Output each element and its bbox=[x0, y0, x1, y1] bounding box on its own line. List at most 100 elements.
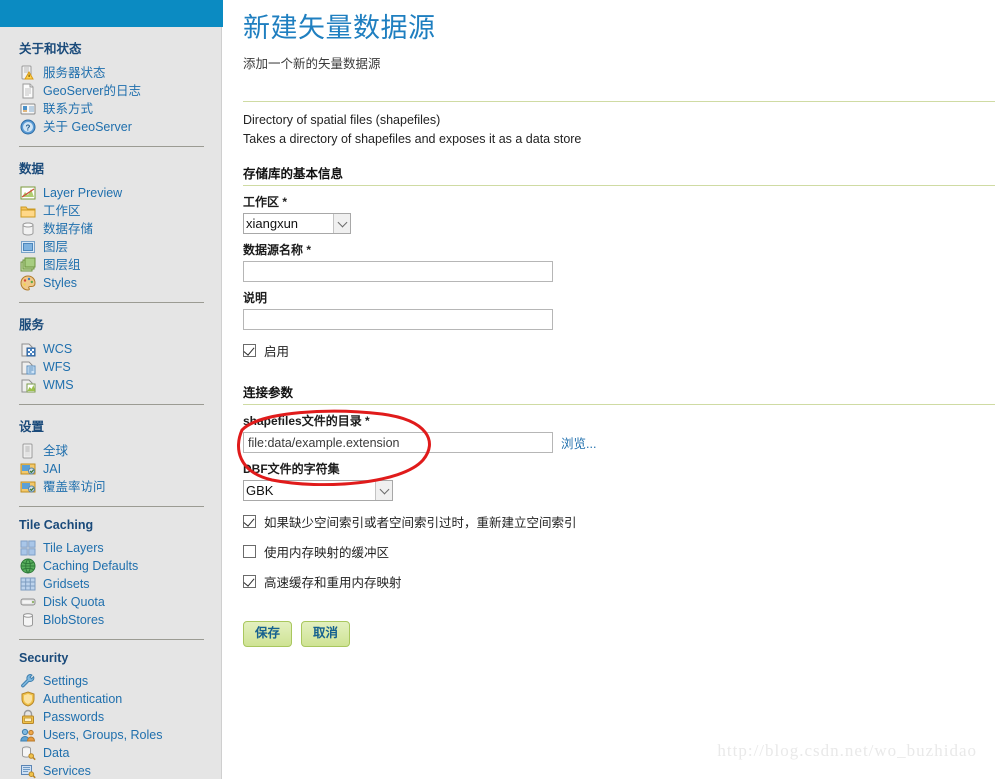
basic-info-section-heading: 存储库的基本信息 bbox=[243, 167, 344, 181]
memory-mapped-buffer-label: 使用内存映射的缓冲区 bbox=[264, 546, 390, 560]
save-button[interactable]: 保存 bbox=[243, 621, 293, 647]
sidebar-item-[interactable]: 服务器状态 bbox=[0, 64, 221, 82]
sidebar-section-heading: Security bbox=[19, 651, 69, 665]
sidebar-item-label: Data bbox=[43, 746, 70, 760]
sidebar-item-tile-layers[interactable]: Tile Layers bbox=[0, 539, 221, 557]
sidebar-section: 数据 Layer Preview 工作区数据存储 图层图层组 Styles bbox=[0, 147, 221, 292]
sidebar-item-jai[interactable]: JAI bbox=[0, 460, 221, 478]
enabled-checkbox-row[interactable]: 启用 bbox=[243, 341, 995, 360]
sidebar-item-[interactable]: 工作区 bbox=[0, 202, 221, 220]
sidebar-section: Security Settings Authentication Passwords U… bbox=[0, 640, 221, 779]
sidebar-item-label: BlobStores bbox=[43, 613, 105, 627]
workspace-select-wrap[interactable]: xiangxun bbox=[243, 213, 351, 234]
store-type-description: Takes a directory of shapefiles and expo… bbox=[243, 132, 582, 146]
memory-mapped-buffer-checkbox-row[interactable]: 使用内存映射的缓冲区 bbox=[243, 542, 995, 561]
charset-select-wrap[interactable]: GBK bbox=[243, 480, 393, 501]
page-subtitle: 添加一个新的矢量数据源 bbox=[243, 57, 381, 71]
sidebar-item-users-groups-roles[interactable]: Users, Groups, Roles bbox=[0, 726, 221, 744]
sidebar-item-gridsets[interactable]: Gridsets bbox=[0, 575, 221, 593]
wcs-service-icon bbox=[20, 341, 36, 357]
sidebar-item-[interactable]: 覆盖率访问 bbox=[0, 478, 221, 496]
description-input[interactable] bbox=[243, 309, 553, 330]
sidebar-item-label: 图层组 bbox=[43, 258, 81, 272]
sidebar-item-label: 服务器状态 bbox=[43, 66, 106, 80]
sidebar-item-label: 联系方式 bbox=[43, 102, 94, 116]
rebuild-index-checkbox-row[interactable]: 如果缺少空间索引或者空间索引过时，重新建立空间索引 bbox=[243, 512, 995, 531]
cancel-button[interactable]: 取消 bbox=[301, 621, 351, 647]
disk-quota-icon bbox=[20, 594, 36, 610]
sidebar-item-label: 全球 bbox=[43, 444, 69, 458]
charset-select[interactable]: GBK bbox=[243, 480, 393, 501]
sidebar-item-services[interactable]: Services bbox=[0, 762, 221, 779]
sidebar-item-label: Services bbox=[43, 764, 91, 778]
sidebar-item-label: Styles bbox=[43, 276, 78, 290]
browse-link[interactable]: 浏览... bbox=[561, 433, 596, 452]
sidebar-item-geoserver[interactable]: GeoServer的日志 bbox=[0, 82, 221, 100]
connection-params-section-heading: 连接参数 bbox=[243, 386, 294, 400]
sidebar-item-data[interactable]: Data bbox=[0, 744, 221, 762]
top-header-bar bbox=[0, 0, 228, 27]
sidebar-item-label: JAI bbox=[43, 462, 62, 476]
sidebar-item-[interactable]: 数据存储 bbox=[0, 220, 221, 238]
contact-card-icon bbox=[20, 101, 36, 117]
users-icon bbox=[20, 727, 36, 743]
layer-icon bbox=[20, 239, 36, 255]
cache-reuse-checkbox-row[interactable]: 高速缓存和重用内存映射 bbox=[243, 572, 995, 591]
sidebar-item-[interactable]: 全球 bbox=[0, 442, 221, 460]
sidebar-item-label: 关于 GeoServer bbox=[43, 120, 132, 134]
datasource-name-label: 数据源名称 * bbox=[243, 243, 312, 257]
sidebar-item-settings[interactable]: Settings bbox=[0, 672, 221, 690]
globe-icon bbox=[20, 558, 36, 574]
rebuild-index-label: 如果缺少空间索引或者空间索引过时，重新建立空间索引 bbox=[264, 516, 577, 530]
svg-text:?: ? bbox=[26, 124, 31, 133]
sidebar-section: 关于和状态 服务器状态 GeoServer的日志 联系方式? 关于 GeoServer bbox=[0, 27, 221, 136]
watermark-text: http://blog.csdn.net/wo_buzhidao bbox=[717, 741, 977, 760]
sidebar-item-label: Passwords bbox=[43, 710, 105, 724]
coverage-access-icon bbox=[20, 479, 36, 495]
folder-icon bbox=[20, 203, 36, 219]
directory-field-row: 浏览... bbox=[243, 432, 995, 453]
sidebar-item-wcs[interactable]: WCS bbox=[0, 340, 221, 358]
sidebar-section-heading: 设置 bbox=[19, 420, 45, 434]
charset-label: DBF文件的字符集 bbox=[243, 462, 340, 476]
divider-connection-params bbox=[243, 404, 995, 405]
enabled-checkbox[interactable] bbox=[243, 344, 256, 357]
database-icon bbox=[20, 221, 36, 237]
sidebar-section-heading: 数据 bbox=[19, 162, 45, 176]
lock-icon bbox=[20, 709, 36, 725]
divider-basic-info bbox=[243, 185, 995, 186]
sidebar-item-styles[interactable]: Styles bbox=[0, 274, 221, 292]
sidebar-item-passwords[interactable]: Passwords bbox=[0, 708, 221, 726]
sidebar-item-geoserver[interactable]: ? 关于 GeoServer bbox=[0, 118, 221, 136]
sidebar-item-label: 工作区 bbox=[43, 204, 81, 218]
sidebar-item-blobstores[interactable]: BlobStores bbox=[0, 611, 221, 629]
server-status-icon bbox=[20, 65, 36, 81]
layer-preview-icon bbox=[20, 185, 36, 201]
memory-mapped-buffer-checkbox[interactable] bbox=[243, 545, 256, 558]
cache-reuse-checkbox[interactable] bbox=[243, 575, 256, 588]
directory-label: shapefiles文件的目录 * bbox=[243, 414, 370, 428]
sidebar-item-[interactable]: 图层 bbox=[0, 238, 221, 256]
form-actions: 保存 取消 bbox=[243, 621, 995, 647]
datasource-name-input[interactable] bbox=[243, 261, 553, 282]
geoserver-page: 关于和状态 服务器状态 GeoServer的日志 联系方式? 关于 GeoServer 数… bbox=[0, 0, 995, 779]
sidebar-item-layer-preview[interactable]: Layer Preview bbox=[0, 184, 221, 202]
sidebar-item-[interactable]: 图层组 bbox=[0, 256, 221, 274]
gridsets-icon bbox=[20, 576, 36, 592]
sidebar-item-authentication[interactable]: Authentication bbox=[0, 690, 221, 708]
blobstores-icon bbox=[20, 612, 36, 628]
shield-icon bbox=[20, 691, 36, 707]
sidebar-item-wms[interactable]: WMS bbox=[0, 376, 221, 394]
sidebar-sections: 关于和状态 服务器状态 GeoServer的日志 联系方式? 关于 GeoServer 数… bbox=[0, 27, 221, 779]
sidebar-item-label: WFS bbox=[43, 360, 71, 374]
sidebar-item-label: Authentication bbox=[43, 692, 123, 706]
sidebar-item-[interactable]: 联系方式 bbox=[0, 100, 221, 118]
workspace-select[interactable]: xiangxun bbox=[243, 213, 351, 234]
rebuild-index-checkbox[interactable] bbox=[243, 515, 256, 528]
sidebar-item-caching-defaults[interactable]: Caching Defaults bbox=[0, 557, 221, 575]
sidebar-item-label: Settings bbox=[43, 674, 89, 688]
main-content: 新建矢量数据源 添加一个新的矢量数据源 Directory of spatial… bbox=[223, 0, 995, 779]
directory-input[interactable] bbox=[243, 432, 553, 453]
sidebar-item-wfs[interactable]: WFS bbox=[0, 358, 221, 376]
sidebar-item-disk-quota[interactable]: Disk Quota bbox=[0, 593, 221, 611]
